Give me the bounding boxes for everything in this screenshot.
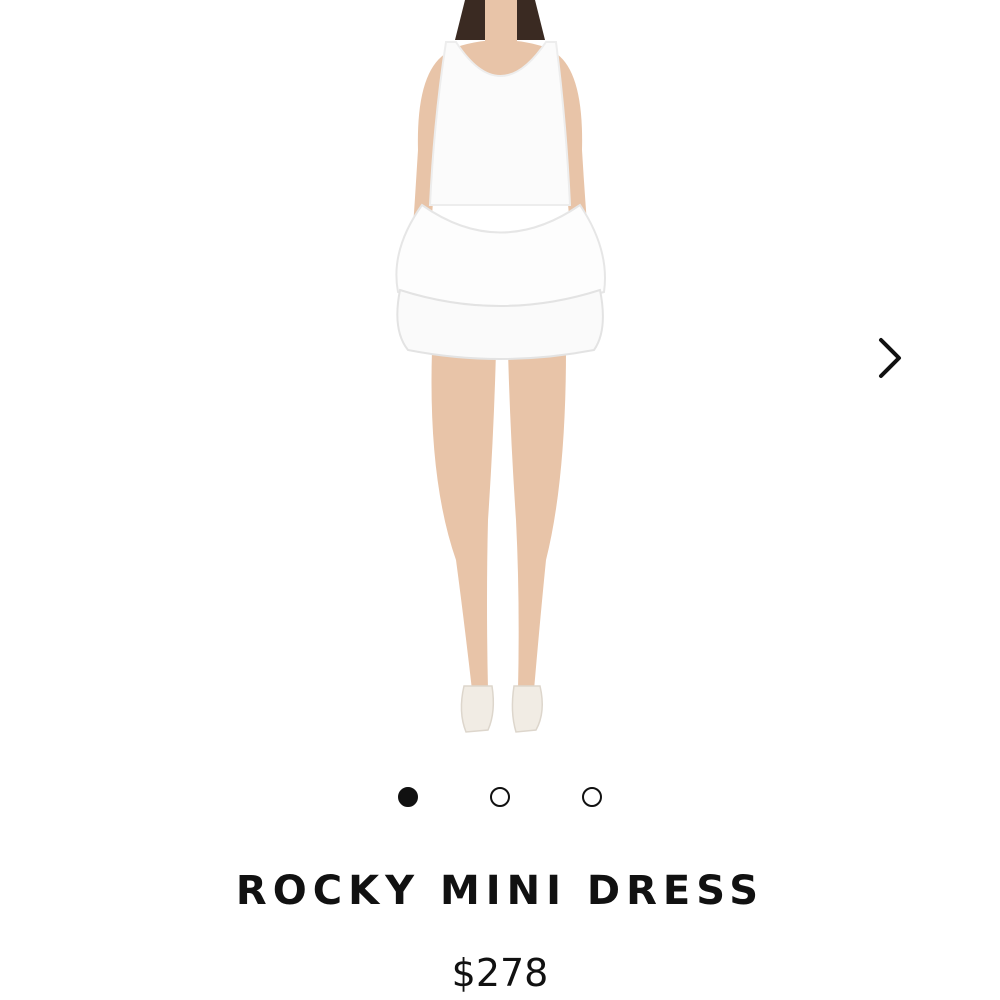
product-price: $278 <box>451 951 549 995</box>
next-image-button[interactable] <box>862 330 918 386</box>
image-carousel <box>0 0 1000 760</box>
pagination-dot-2[interactable] <box>490 787 510 807</box>
product-title: ROCKY MINI DRESS <box>235 868 765 914</box>
pagination-dot-1[interactable] <box>398 787 418 807</box>
left-shoe <box>460 685 495 733</box>
carousel-pagination <box>0 784 1000 810</box>
dress-skirt-top <box>395 203 606 307</box>
right-leg-shape <box>508 350 566 690</box>
product-image[interactable] <box>360 0 640 750</box>
left-leg-shape <box>431 350 496 690</box>
chevron-right-icon <box>879 338 901 378</box>
right-shoe <box>511 685 543 733</box>
product-page: ROCKY MINI DRESS $278 <box>0 0 1000 1000</box>
pagination-dot-3[interactable] <box>582 787 602 807</box>
